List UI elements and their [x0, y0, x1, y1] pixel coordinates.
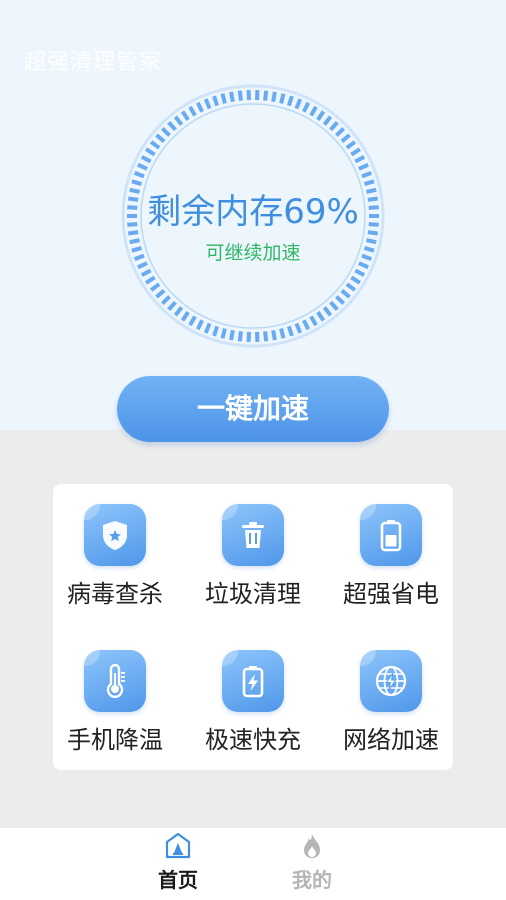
gauge-tick — [229, 91, 235, 103]
gauge-tick — [188, 105, 197, 117]
gauge-tick — [316, 311, 326, 322]
shield-star-icon — [84, 504, 146, 566]
gauge-tick — [195, 101, 204, 113]
gauge-tick — [322, 115, 333, 126]
gauge-tick — [309, 105, 318, 117]
gauge-tick — [155, 133, 166, 143]
globe-bolt-icon — [360, 650, 422, 712]
gauge-tick — [350, 147, 361, 157]
gauge-tick — [302, 101, 311, 113]
memory-remaining-label: 剩余内存69% — [147, 192, 359, 232]
gauge-tick — [137, 162, 148, 171]
charging-battery-icon — [222, 650, 284, 712]
feature-label: 超强省电 — [343, 580, 439, 608]
gauge-tick — [361, 171, 373, 179]
gauge-tick — [160, 295, 171, 305]
gauge-tick — [149, 282, 161, 292]
gauge-tick — [220, 93, 227, 104]
feature-network-boost[interactable]: 网络加速 — [326, 630, 456, 760]
gauge-tick — [173, 115, 184, 126]
tab-home-label: 首页 — [158, 868, 198, 892]
gauge-tick — [354, 268, 366, 277]
tab-mine[interactable]: 我的 — [272, 828, 352, 900]
feature-label: 手机降温 — [67, 726, 163, 754]
header-area: 超强清理管家 剩余内存69% 可继续加速 一键加速 — [0, 0, 506, 442]
feature-label: 病毒查杀 — [67, 580, 163, 608]
gauge-tick — [203, 98, 212, 110]
gauge-tick — [167, 300, 177, 311]
gauge-tick — [180, 110, 190, 121]
feature-label: 极速快充 — [205, 726, 301, 754]
gauge-tick — [188, 315, 197, 327]
feature-power-save[interactable]: 超强省电 — [326, 484, 456, 614]
gauge-tick — [263, 90, 269, 101]
gauge-tick — [329, 300, 339, 311]
feature-cool-down[interactable]: 手机降温 — [50, 630, 180, 760]
gauge-tick — [271, 91, 277, 103]
gauge-tick — [203, 322, 212, 334]
gauge-tick — [271, 329, 277, 341]
gauge-tick — [212, 325, 220, 337]
gauge-tick — [212, 95, 220, 107]
gauge-tick — [309, 315, 318, 327]
gauge-tick — [322, 306, 333, 317]
gauge-tick — [345, 140, 357, 150]
bottom-tab-bar: 首页 我的 — [0, 828, 506, 900]
gauge-tick — [294, 98, 303, 110]
feature-fast-charge[interactable]: 极速快充 — [188, 630, 318, 760]
gauge-tick — [160, 127, 171, 137]
gauge-tick — [195, 319, 204, 331]
gauge-tick — [149, 140, 161, 150]
gauge-tick — [167, 121, 177, 132]
gauge-tick — [229, 329, 235, 341]
gauge-tick — [279, 93, 286, 104]
feature-junk-clean[interactable]: 垃圾清理 — [188, 484, 318, 614]
gauge-tick — [340, 289, 351, 299]
gauge-tick — [329, 121, 339, 132]
gauge-tick — [286, 95, 294, 107]
gauge-tick — [358, 162, 369, 171]
gauge-tick — [237, 331, 243, 342]
gauge-tick — [140, 155, 152, 164]
gauge-tick — [173, 306, 184, 317]
gauge-tick — [263, 331, 269, 342]
feature-grid: 病毒查杀 垃圾清理 超强省电 手机降温 极速快充 网络加速 — [53, 484, 453, 770]
feature-label: 垃圾清理 — [205, 580, 301, 608]
gauge-tick — [302, 319, 311, 331]
gauge-tick — [350, 275, 361, 285]
gauge-tick — [354, 155, 366, 164]
tab-mine-label: 我的 — [292, 868, 332, 892]
memory-gauge: 剩余内存69% 可继续加速 — [117, 80, 389, 352]
gauge-tick — [140, 268, 152, 277]
trash-icon — [222, 504, 284, 566]
flame-icon — [304, 834, 320, 858]
gauge-tick — [335, 127, 346, 137]
home-icon — [165, 832, 191, 859]
boost-status-text: 可继续加速 — [205, 242, 301, 264]
gauge-tick — [345, 282, 357, 292]
one-click-boost-button[interactable]: 一键加速 — [117, 376, 389, 442]
gauge-tick — [133, 171, 145, 179]
gauge-tick — [340, 133, 351, 143]
gauge-tick — [335, 295, 346, 305]
feature-virus-scan[interactable]: 病毒查杀 — [50, 484, 180, 614]
battery-icon — [360, 504, 422, 566]
gauge-tick — [220, 328, 227, 339]
gauge-tick — [316, 110, 326, 121]
gauge-tick — [155, 289, 166, 299]
app-title: 超强清理管家 — [24, 50, 163, 75]
gauge-tick — [180, 311, 190, 322]
gauge-tick — [286, 325, 294, 337]
gauge-tick — [145, 147, 156, 157]
gauge-tick — [145, 275, 156, 285]
gauge-tick — [294, 322, 303, 334]
gauge-tick — [237, 90, 243, 101]
gauge-tick — [279, 328, 286, 339]
thermometer-icon — [84, 650, 146, 712]
feature-label: 网络加速 — [343, 726, 439, 754]
tab-home[interactable]: 首页 — [138, 828, 218, 900]
